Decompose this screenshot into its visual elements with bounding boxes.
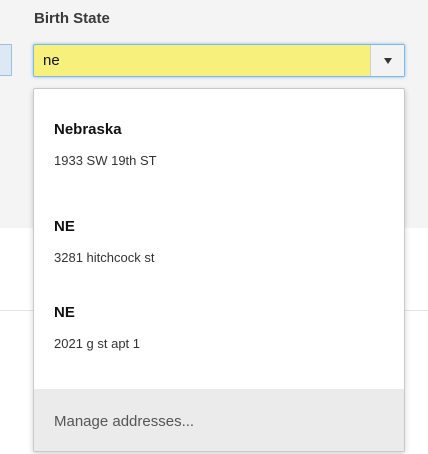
- dropdown-toggle-button[interactable]: [370, 45, 404, 76]
- suggestion-title: NE: [54, 304, 75, 321]
- suggestion-option-2[interactable]: NE 3281 hitchcock st: [34, 218, 404, 308]
- birth-state-combobox[interactable]: [33, 44, 405, 77]
- suggestion-title: NE: [54, 218, 75, 235]
- chevron-down-icon: [383, 57, 392, 64]
- suggestion-title: Nebraska: [54, 121, 122, 138]
- birth-state-label: Birth State: [34, 10, 110, 27]
- birth-state-input[interactable]: [34, 45, 370, 76]
- manage-addresses-link[interactable]: Manage addresses...: [34, 389, 404, 451]
- suggestion-address: 3281 hitchcock st: [54, 250, 155, 265]
- suggestion-address: 2021 g st apt 1: [54, 336, 141, 351]
- suggestion-address: 1933 SW 19th ST: [54, 153, 157, 168]
- autocomplete-dropdown: Nebraska 1933 SW 19th ST NE 3281 hitchco…: [33, 88, 405, 452]
- adjacent-field-edge[interactable]: [0, 44, 12, 76]
- suggestion-option-3[interactable]: NE 2021 g st apt 1: [34, 304, 404, 394]
- suggestion-option-1[interactable]: Nebraska 1933 SW 19th ST: [34, 121, 404, 211]
